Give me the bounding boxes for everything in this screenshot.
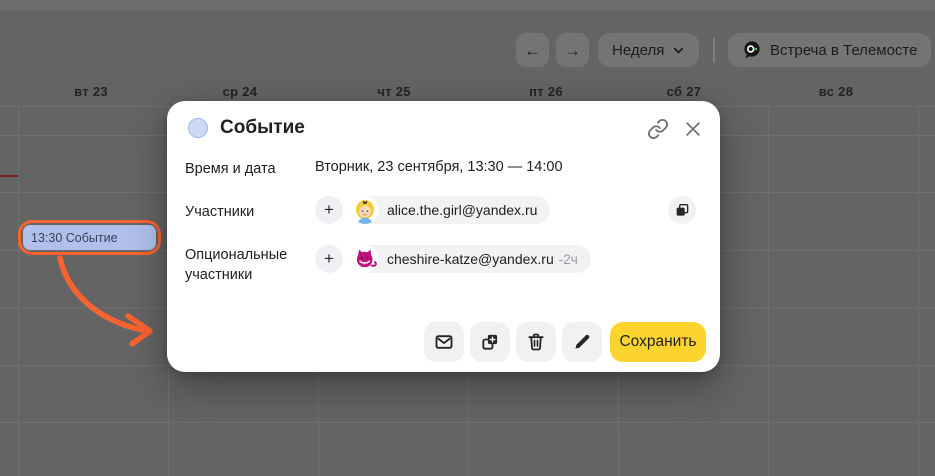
close-button[interactable]: [680, 116, 706, 142]
duplicate-event-button[interactable]: [470, 322, 510, 362]
participants-label: Участники: [185, 202, 254, 222]
copy-link-button[interactable]: [645, 116, 671, 142]
modal-title: Событие: [220, 117, 305, 139]
view-selector-dropdown[interactable]: Неделя: [598, 33, 699, 67]
timezone-offset-badge: -2ч: [559, 252, 578, 267]
link-icon: [647, 118, 669, 140]
day-header-thu: чт 25: [377, 84, 411, 99]
add-participant-button[interactable]: +: [315, 196, 343, 224]
event-details-modal: Событие Время и дата Вторник, 23 сентябр…: [167, 101, 720, 372]
back-arrow-icon: ←: [524, 42, 541, 59]
view-selector-label: Неделя: [612, 42, 664, 59]
calendar-event-chip[interactable]: 13:30 Событие: [23, 225, 156, 250]
participant-chip[interactable]: alice.the.girl@yandex.ru: [351, 196, 550, 224]
day-header-sun: вс 28: [819, 84, 853, 99]
optional-participants-label: Опциональные участники: [185, 245, 297, 285]
duplicate-plus-icon: [480, 332, 500, 352]
prev-week-button[interactable]: ←: [516, 33, 549, 67]
day-header-fri: пт 26: [529, 84, 563, 99]
telemost-meeting-button[interactable]: Встреча в Телемосте: [728, 33, 931, 67]
add-optional-participant-button[interactable]: +: [315, 245, 343, 273]
calendar-screen: ← → Неделя Встреча в Телемосте вт 23 ср …: [0, 0, 935, 476]
alice-avatar: [351, 196, 379, 224]
top-strip: [0, 0, 935, 10]
grid-line: [768, 106, 769, 476]
mail-icon: [434, 332, 454, 352]
next-week-button[interactable]: →: [556, 33, 589, 67]
forward-arrow-icon: →: [564, 42, 581, 59]
copy-layers-icon: [674, 202, 690, 218]
optional-participant-chip[interactable]: cheshire-katze@yandex.ru -2ч: [351, 245, 591, 273]
toolbar-divider: [713, 37, 715, 63]
close-icon: [683, 119, 703, 139]
chevron-down-icon: [672, 44, 685, 57]
plus-icon: +: [324, 249, 334, 269]
datetime-value: Вторник, 23 сентября, 13:30 — 14:00: [315, 159, 563, 175]
copy-participants-button[interactable]: [668, 196, 696, 224]
grid-line: [918, 106, 919, 476]
datetime-label: Время и дата: [185, 159, 276, 179]
grid-line: [18, 106, 19, 476]
telemost-label: Встреча в Телемосте: [770, 42, 917, 59]
participant-email: alice.the.girl@yandex.ru: [387, 202, 537, 218]
save-button[interactable]: Сохранить: [610, 322, 706, 362]
event-color-dot: [188, 118, 208, 138]
delete-event-button[interactable]: [516, 322, 556, 362]
pencil-icon: [572, 332, 592, 352]
save-button-label: Сохранить: [619, 333, 696, 351]
day-header-wed: ср 24: [223, 84, 258, 99]
day-header-tue: вт 23: [74, 84, 108, 99]
trash-icon: [526, 332, 546, 352]
day-header-sat: сб 27: [667, 84, 702, 99]
current-time-line: [0, 175, 18, 177]
edit-event-button[interactable]: [562, 322, 602, 362]
send-mail-button[interactable]: [424, 322, 464, 362]
cheshire-cat-avatar: [351, 245, 379, 273]
plus-icon: +: [324, 200, 334, 220]
telemost-icon: [742, 40, 762, 60]
optional-participant-email: cheshire-katze@yandex.ru: [387, 251, 554, 267]
